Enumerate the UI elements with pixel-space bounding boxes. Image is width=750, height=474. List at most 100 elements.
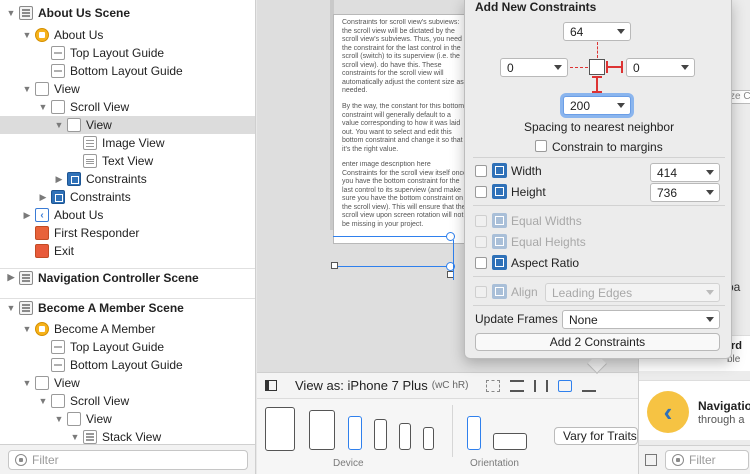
disclosure-collapsed-icon[interactable]: ▶: [22, 210, 32, 220]
outline-row[interactable]: ▼ About Us: [0, 26, 255, 44]
outline-filter-field[interactable]: Filter: [8, 450, 248, 470]
align-icon: [492, 284, 507, 299]
outline-row[interactable]: Exit: [0, 242, 255, 260]
outline-row-label: About Us Scene: [38, 6, 131, 20]
outline-row[interactable]: ▼ Scroll View: [0, 392, 255, 410]
equal-heights-checkbox: [475, 236, 487, 248]
leading-pin-strut[interactable]: [570, 67, 588, 68]
chevron-down-icon[interactable]: [706, 190, 714, 195]
sidebar-toggle-icon[interactable]: [265, 380, 277, 391]
resize-handle[interactable]: [331, 262, 338, 269]
disclosure-expanded-icon[interactable]: ▼: [22, 378, 32, 388]
chevron-down-icon[interactable]: [554, 65, 562, 70]
outline-row[interactable]: ▼ Become A Member: [0, 320, 255, 338]
outline-row[interactable]: ▼ Scroll View: [0, 98, 255, 116]
ipad-device-icon[interactable]: [309, 410, 335, 450]
chevron-down-icon[interactable]: [617, 29, 625, 34]
iphone-7-plus-device-icon[interactable]: [348, 416, 362, 450]
height-constraint-icon: [492, 184, 507, 199]
update-frames-select[interactable]: None: [562, 310, 720, 329]
landscape-orientation-icon[interactable]: [493, 433, 527, 450]
library-item-navigation-controller[interactable]: ‹ Navigatio through a: [639, 380, 750, 440]
height-value-field[interactable]: 736: [650, 183, 720, 202]
outline-row[interactable]: Top Layout Guide: [0, 44, 255, 62]
add-constraints-button[interactable]: Add 2 Constraints: [475, 333, 720, 351]
orientation-label: Orientation: [470, 458, 519, 469]
chevron-down-icon[interactable]: [681, 65, 689, 70]
grid-view-icon[interactable]: [645, 454, 657, 466]
outline-scene-row[interactable]: ▼ About Us Scene: [0, 4, 255, 22]
iphone-7-device-icon[interactable]: [374, 419, 387, 450]
vary-for-traits-button[interactable]: Vary for Traits: [554, 427, 638, 445]
scene-text-block: enter image description here Constraints…: [342, 161, 467, 228]
outline-scene-row[interactable]: ▼ Become A Member Scene: [0, 298, 255, 316]
disclosure-collapsed-icon[interactable]: ▶: [6, 272, 16, 283]
outline-row[interactable]: Image View: [0, 134, 255, 152]
disclosure-expanded-icon[interactable]: ▼: [22, 30, 32, 40]
width-checkbox[interactable]: [475, 165, 487, 177]
iphone-4s-device-icon[interactable]: [423, 427, 434, 450]
stack-icon[interactable]: [534, 379, 549, 392]
outline-row-label: Navigation Controller Scene: [38, 270, 199, 285]
height-checkbox[interactable]: [475, 186, 487, 198]
chevron-updown-icon[interactable]: [706, 317, 714, 322]
outline-row[interactable]: ▼ View: [0, 374, 255, 392]
leading-space-field[interactable]: 0: [500, 58, 568, 77]
disclosure-expanded-icon[interactable]: ▼: [6, 8, 16, 18]
constraints-icon: [67, 172, 81, 186]
stack-view-icon: [83, 430, 97, 444]
library-filter-field[interactable]: Filter: [665, 450, 749, 470]
outline-row[interactable]: ▼ View: [0, 116, 255, 134]
disclosure-expanded-icon[interactable]: ▼: [70, 432, 80, 442]
view-icon: [67, 118, 81, 132]
top-pin-strut[interactable]: [597, 42, 598, 58]
scene-preview[interactable]: Constraints for scroll view's subviews: …: [333, 14, 473, 244]
outline-row[interactable]: ▶ ‹ About Us: [0, 206, 255, 224]
disclosure-expanded-icon[interactable]: ▼: [38, 396, 48, 406]
outline-scene-row[interactable]: ▶ Navigation Controller Scene: [0, 268, 255, 286]
disclosure-expanded-icon[interactable]: ▼: [54, 120, 64, 130]
outline-row[interactable]: ▼ View: [0, 410, 255, 428]
equal-heights-icon: [492, 234, 507, 249]
disclosure-expanded-icon[interactable]: ▼: [54, 414, 64, 424]
embed-icon[interactable]: [486, 379, 501, 392]
constrain-margins-checkbox[interactable]: [535, 140, 547, 152]
top-space-field[interactable]: 64: [563, 22, 631, 41]
outline-row-label: View: [86, 118, 112, 132]
disclosure-expanded-icon[interactable]: ▼: [22, 324, 32, 334]
portrait-orientation-icon[interactable]: [467, 416, 481, 450]
outline-row[interactable]: ▼ View: [0, 80, 255, 98]
outline-row[interactable]: ▶ Constraints: [0, 170, 255, 188]
outline-row[interactable]: First Responder: [0, 224, 255, 242]
bottom-space-field[interactable]: 200: [563, 96, 631, 115]
ipad-pro-device-icon[interactable]: [265, 407, 295, 451]
resolve-issues-icon[interactable]: [582, 380, 597, 392]
layout-guide-icon: [51, 64, 65, 78]
align-icon[interactable]: [510, 379, 525, 392]
update-frames-label: Update Frames: [475, 312, 558, 326]
iphone-se-device-icon[interactable]: [399, 423, 411, 450]
disclosure-collapsed-icon[interactable]: ▶: [54, 174, 64, 184]
view-controller-icon: [35, 28, 49, 42]
disclosure-expanded-icon[interactable]: ▼: [38, 102, 48, 112]
outline-row[interactable]: Bottom Layout Guide: [0, 356, 255, 374]
bottom-pin-cap: [592, 91, 602, 93]
chevron-down-icon[interactable]: [617, 103, 625, 108]
trailing-space-field[interactable]: 0: [626, 58, 695, 77]
disclosure-collapsed-icon[interactable]: ▶: [38, 192, 48, 202]
layout-guide-icon: [51, 340, 65, 354]
view-icon: [35, 82, 49, 96]
outline-row[interactable]: Top Layout Guide: [0, 338, 255, 356]
outline-row[interactable]: ▶ Constraints: [0, 188, 255, 206]
disclosure-expanded-icon[interactable]: ▼: [6, 303, 16, 313]
width-value-field[interactable]: 414: [650, 163, 720, 182]
chevron-down-icon[interactable]: [706, 170, 714, 175]
outline-row-label: Scroll View: [70, 394, 130, 408]
outline-row[interactable]: Text View: [0, 152, 255, 170]
aspect-ratio-checkbox[interactable]: [475, 257, 487, 269]
disclosure-expanded-icon[interactable]: ▼: [22, 84, 32, 94]
outline-row[interactable]: Bottom Layout Guide: [0, 62, 255, 80]
pin-icon[interactable]: [558, 379, 573, 392]
